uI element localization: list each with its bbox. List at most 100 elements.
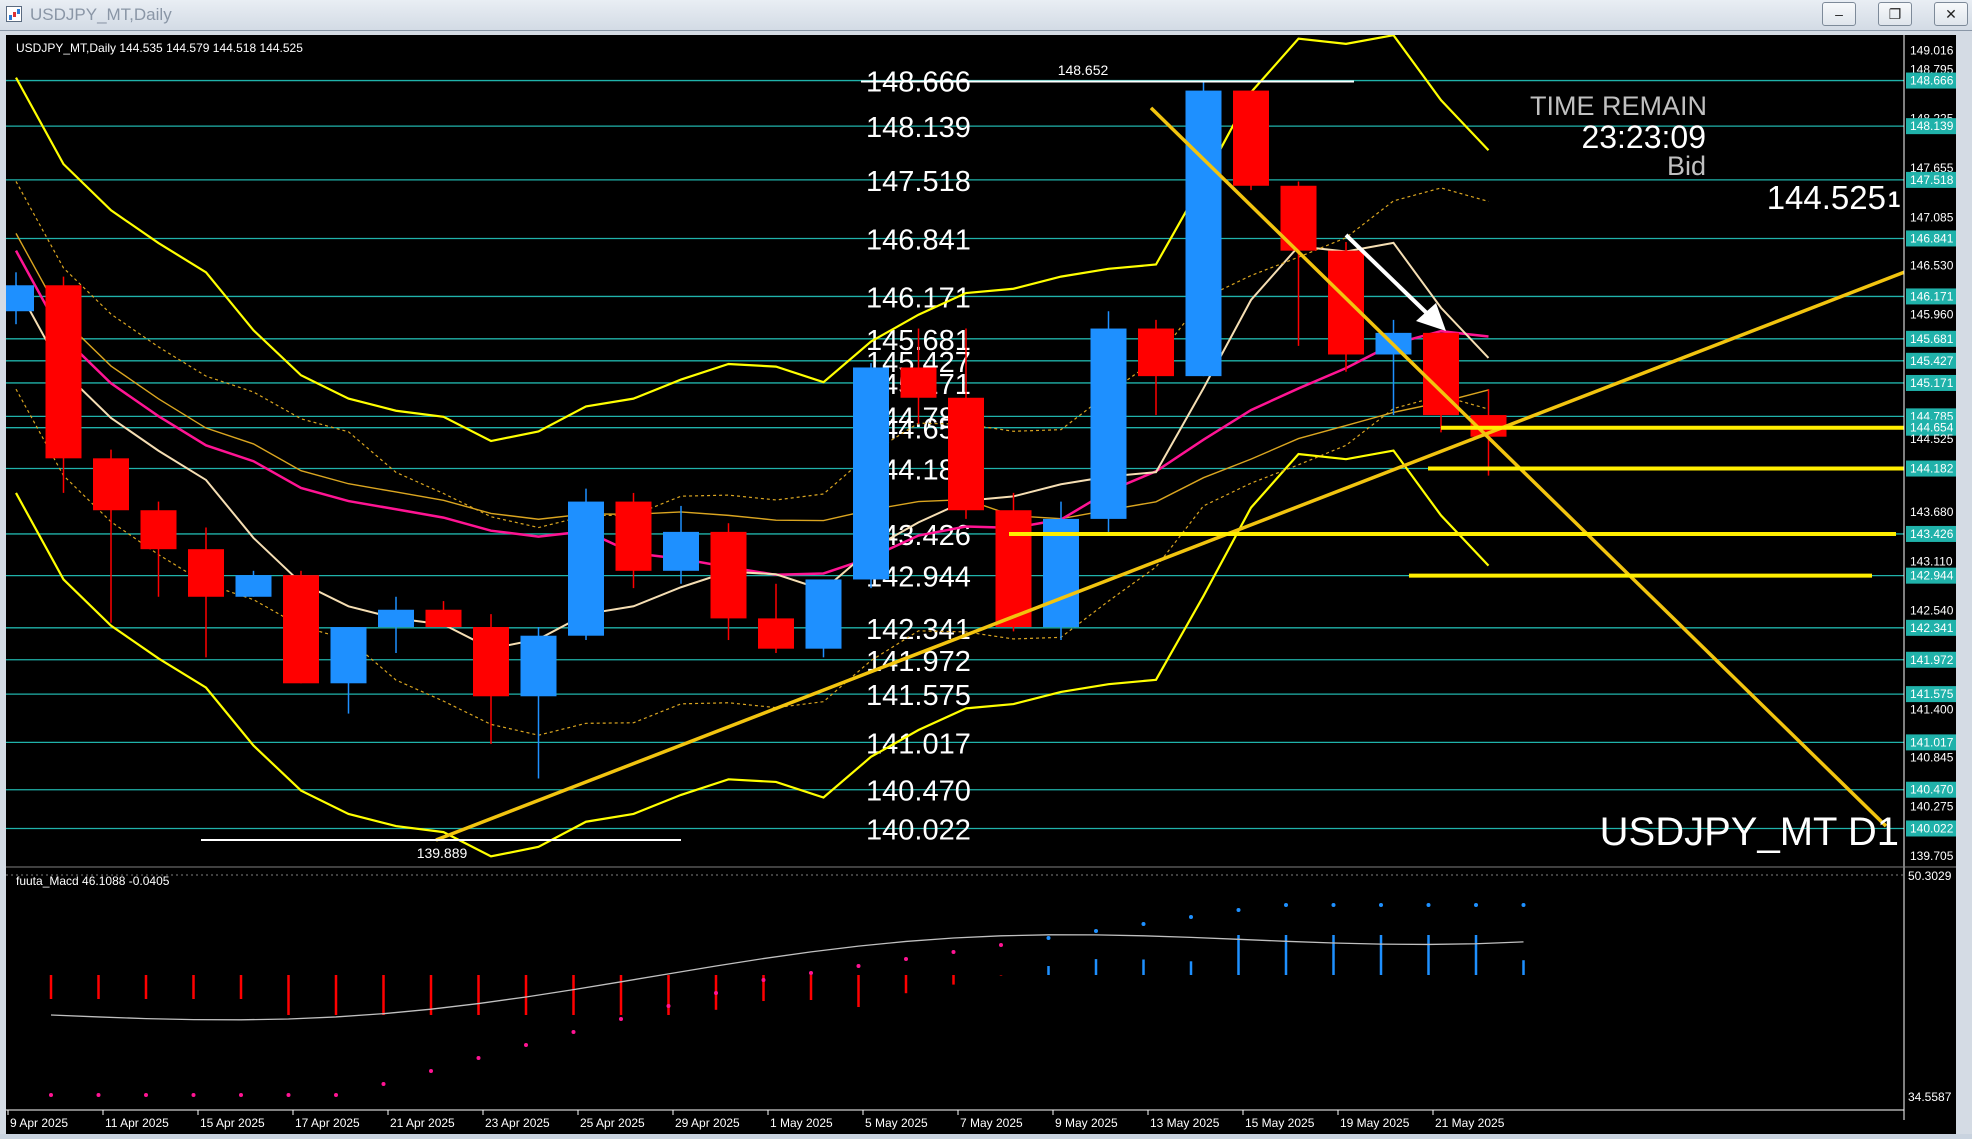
level-label: 140.022 [866,814,971,846]
price-tick-label: 140.845 [1910,750,1954,764]
price-chart[interactable]: 148.666 148.139 147.518 146.841 146.171 145.6… [0,34,1956,1134]
candle-down [615,501,652,571]
candle-down [188,549,224,597]
candle-down [995,510,1032,628]
candle-up [568,501,604,636]
price-tick-label: 145.427 [1910,354,1954,368]
candle-up [853,367,889,580]
macd-signal-dot [714,991,718,995]
terminal-window: USDJPY_MT,Daily ‒ ❐ ✕ 148.666 148.139 147.… [0,0,1972,1134]
price-tick-label: 144.182 [1910,462,1954,476]
date-tick-label: 23 Apr 2025 [485,1116,550,1130]
date-tick-label: 1 May 2025 [770,1116,833,1130]
candle-down [283,575,319,684]
macd-signal-dot [1474,903,1478,907]
macd-signal-dot [1426,903,1431,907]
candle-down [1328,250,1364,355]
macd-signal-dot [144,1093,148,1097]
candle-up [235,575,272,597]
macd-signal-dot [524,1043,528,1047]
price-tick-label: 143.426 [1910,527,1954,541]
price-tick-label: 145.171 [1910,376,1954,390]
restore-button[interactable]: ❐ [1878,2,1912,26]
level-label: 147.518 [866,166,971,198]
candle-up [330,627,367,684]
macd-signal-dot [999,943,1003,947]
candle-up [1090,328,1127,519]
macd-signal-dot [191,1093,196,1097]
date-tick-label: 21 May 2025 [1435,1116,1505,1130]
bid-value: 144.525 [1767,179,1886,216]
price-tick-label: 142.341 [1910,621,1954,635]
chart-area[interactable]: 148.666 148.139 147.518 146.841 146.171 145.6… [0,34,1956,1134]
macd-signal-dot [1284,903,1288,907]
candle-down [1233,90,1269,186]
macd-signal-dot [571,1030,576,1034]
macd-scale-bottom: 34.5587 [1908,1090,1952,1104]
candle-down [948,397,984,511]
candle-down [1138,328,1174,377]
candle-down [93,458,129,511]
macd-signal-dot [1236,908,1241,912]
candle-down [140,510,177,550]
macd-signal-dot [666,1004,671,1008]
price-tick-label: 139.705 [1910,849,1954,863]
macd-signal-dot [476,1056,481,1060]
date-tick-label: 11 Apr 2025 [105,1116,169,1130]
price-tick-label: 149.016 [1910,43,1954,57]
price-tick-label: 141.017 [1910,735,1954,749]
macd-signal-dot [1379,903,1383,907]
macd-signal-dot [619,1017,623,1021]
price-tick-label: 142.944 [1910,569,1954,583]
price-tick-label: 142.540 [1910,604,1954,618]
price-tick-label: 141.400 [1910,702,1954,716]
date-tick-label: 13 May 2025 [1150,1116,1220,1130]
macd-signal-dot [1094,929,1098,933]
macd-signal-dot [239,1093,243,1097]
price-tick-label: 144.525 [1910,432,1954,446]
time-remain-value: 23:23:09 [1581,119,1706,155]
price-tick-label: 148.139 [1910,119,1954,133]
candle-down [473,627,509,697]
price-tick-label: 147.518 [1910,173,1954,187]
macd-signal-dot [429,1069,433,1073]
time-remain-label: TIME REMAIN [1530,91,1707,121]
high-marker-label: 148.652 [1058,62,1109,78]
date-tick-label: 9 Apr 2025 [10,1116,68,1130]
macd-signal-dot [1141,922,1146,926]
macd-signal-dot [1521,903,1526,907]
macd-signal-dot [96,1093,101,1097]
candle-up [378,609,414,628]
macd-signal-dot [1046,936,1051,940]
bid-label: Bid [1667,151,1706,181]
level-label: 141.017 [866,728,971,760]
minimize-button[interactable]: ‒ [1822,2,1856,26]
macd-signal-dot [286,1093,291,1097]
macd-signal-dot [49,1093,53,1097]
price-tick-label: 146.841 [1910,231,1954,245]
date-tick-label: 21 Apr 2025 [390,1116,455,1130]
price-tick-label: 141.972 [1910,653,1954,667]
date-tick-label: 5 May 2025 [865,1116,928,1130]
price-tick-label: 140.275 [1910,800,1954,814]
date-tick-label: 15 Apr 2025 [200,1116,265,1130]
level-label: 141.575 [866,680,971,712]
close-button[interactable]: ✕ [1934,2,1968,26]
macd-signal-dot [381,1082,386,1086]
low-marker-label: 139.889 [417,845,468,861]
ohlc-readout: USDJPY_MT,Daily 144.535 144.579 144.518 … [16,41,303,55]
date-tick-label: 19 May 2025 [1340,1116,1410,1130]
price-tick-label: 140.022 [1910,821,1954,835]
macd-signal-dot [809,971,813,975]
title-bar: USDJPY_MT,Daily ‒ ❐ ✕ [0,0,1972,31]
date-tick-label: 25 Apr 2025 [580,1116,645,1130]
candle-down [45,285,82,459]
macd-readout: fuuta_Macd 46.1088 -0.0405 [16,874,170,888]
candle-up [520,635,557,697]
macd-signal-dot [1189,915,1193,919]
date-tick-label: 9 May 2025 [1055,1116,1118,1130]
chart-window-icon [6,6,22,22]
macd-signal-dot [951,950,956,954]
date-tick-label: 7 May 2025 [960,1116,1023,1130]
price-tick-label: 145.681 [1910,332,1954,346]
